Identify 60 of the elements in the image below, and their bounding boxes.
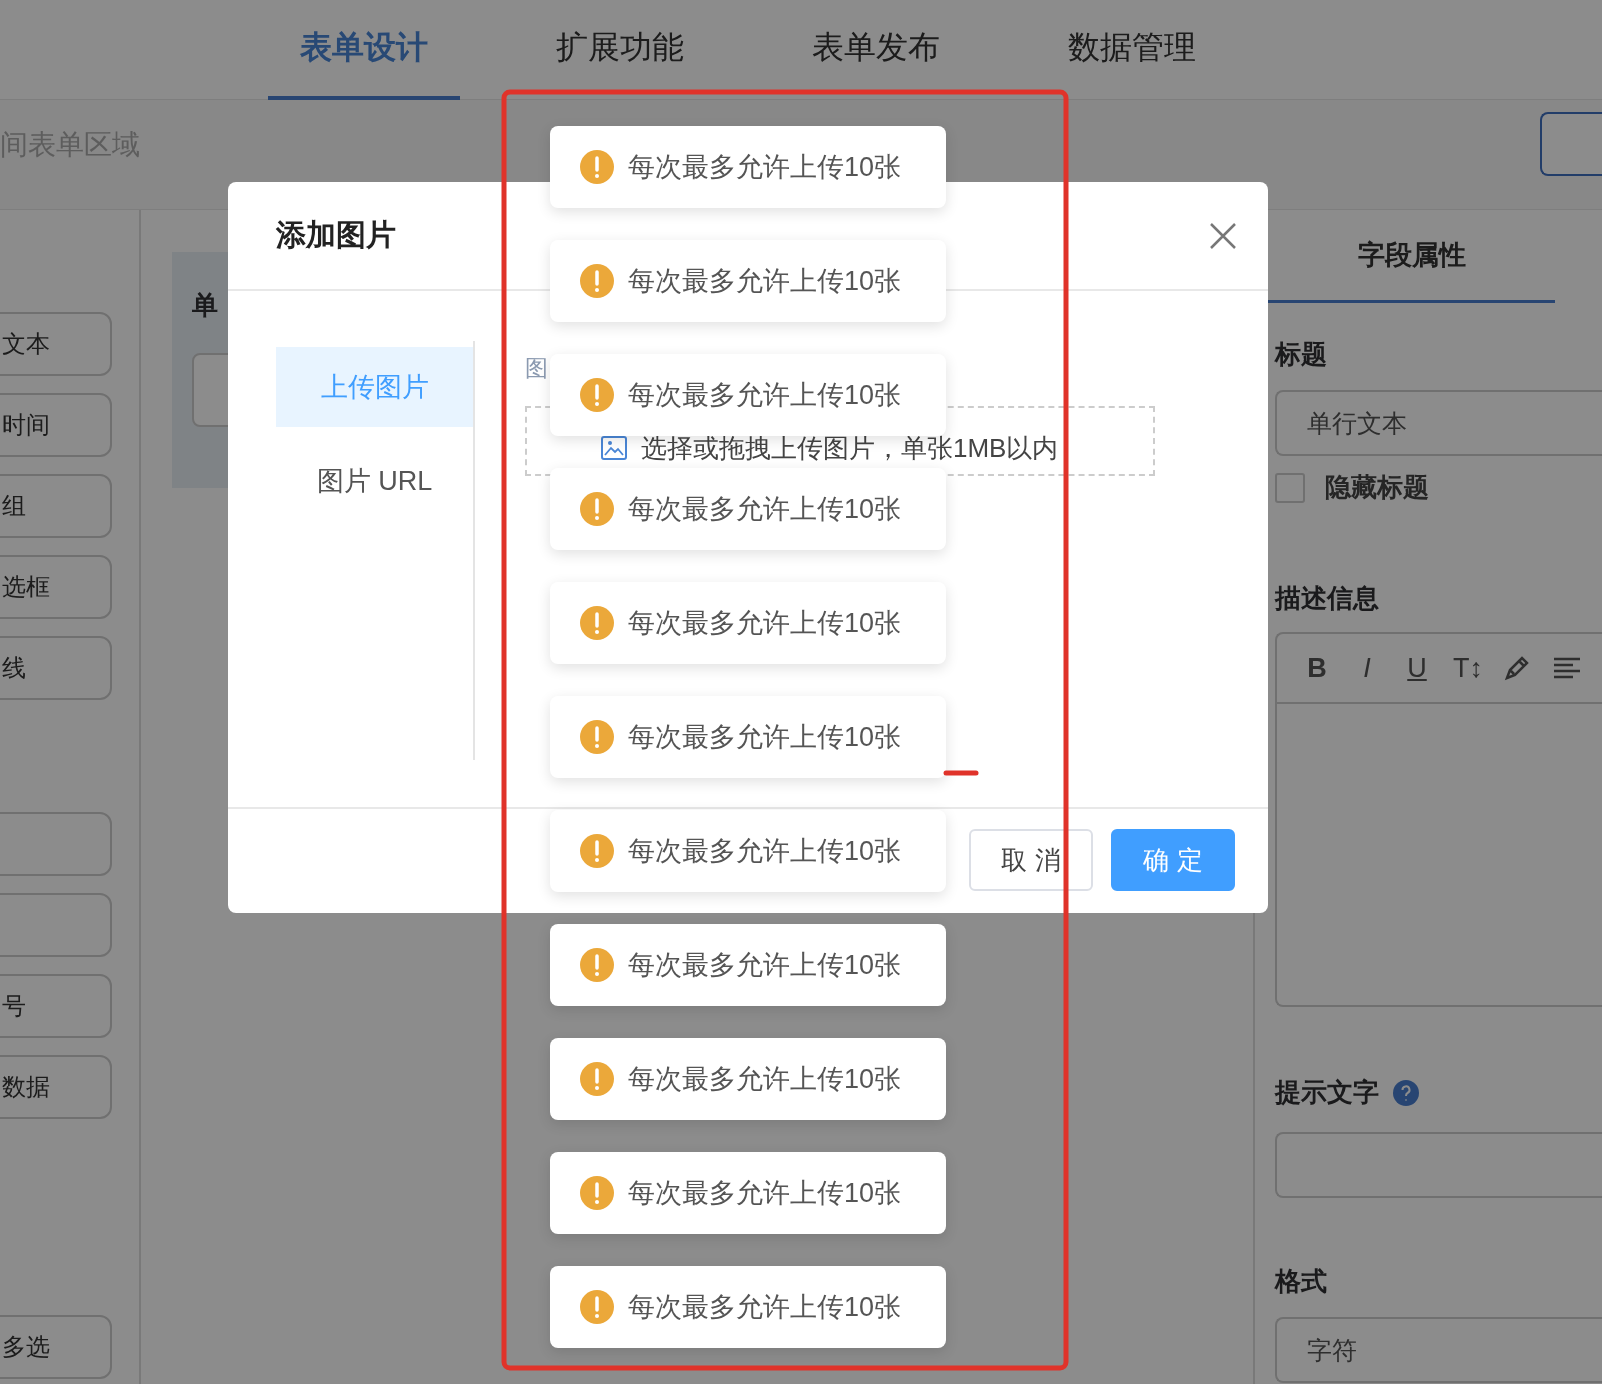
format-tool[interactable]: I	[1353, 652, 1381, 684]
warning-icon	[580, 492, 614, 526]
format-select[interactable]: 字符	[1275, 1317, 1602, 1383]
annotation-dash	[943, 770, 979, 776]
message-text: 每次最多允许上传10张	[628, 1063, 902, 1096]
nav-tab[interactable]: 数据管理	[1036, 0, 1228, 100]
component-item[interactable]: 多选	[0, 1315, 112, 1379]
cancel-button[interactable]: 取 消	[969, 829, 1093, 891]
warning-icon	[580, 378, 614, 412]
warning-icon	[580, 948, 614, 982]
warning-icon	[580, 720, 614, 754]
message-text: 每次最多允许上传10张	[628, 721, 902, 754]
pen-icon[interactable]	[1503, 654, 1531, 682]
checkbox[interactable]	[1275, 472, 1305, 503]
warning-icon	[580, 834, 614, 868]
message-text: 每次最多允许上传10张	[628, 949, 902, 982]
checkbox-label: 隐藏标题	[1325, 471, 1429, 504]
message-text: 每次最多允许上传10张	[628, 151, 902, 184]
property-label: 标题	[1275, 338, 1327, 371]
align-left-icon[interactable]	[1553, 656, 1581, 680]
component-item[interactable]: 时间	[0, 393, 112, 457]
warning-icon	[580, 264, 614, 298]
outline-button[interactable]	[1540, 111, 1602, 176]
property-label: 提示文字	[1275, 1076, 1379, 1109]
message-text: 每次最多允许上传10张	[628, 835, 902, 868]
rich-text-editor[interactable]: B I U T↕	[1275, 632, 1602, 1007]
message-text: 每次最多允许上传10张	[628, 1177, 902, 1210]
title-field[interactable]: 单行文本	[1275, 390, 1602, 456]
format-tool[interactable]: U	[1403, 652, 1431, 684]
warning-icon	[580, 1176, 614, 1210]
component-item[interactable]: 号	[0, 974, 112, 1038]
dialog-title: 添加图片	[276, 217, 396, 253]
message-text: 每次最多允许上传10张	[628, 607, 902, 640]
component-item[interactable]: 选框	[0, 555, 112, 619]
warning-icon	[580, 606, 614, 640]
message-text: 每次最多允许上传10张	[628, 265, 902, 298]
nav-tab[interactable]: 扩展功能	[524, 0, 716, 100]
component-item[interactable]: 线	[0, 636, 112, 700]
menu-item[interactable]: 图片 URL	[276, 441, 473, 521]
help-icon[interactable]	[1393, 1079, 1419, 1106]
message-text: 每次最多允许上传10张	[628, 493, 902, 526]
dropzone-text: 选择或拖拽上传图片，单张1MB以内	[641, 431, 1059, 465]
format-tool[interactable]: B	[1303, 652, 1331, 684]
nav-tab[interactable]: 表单发布	[780, 0, 972, 100]
property-label: 描述信息	[1275, 582, 1379, 615]
confirm-button[interactable]: 确 定	[1111, 829, 1235, 891]
warning-icon	[580, 1290, 614, 1324]
property-label: 格式	[1275, 1265, 1327, 1298]
warning-icon	[580, 150, 614, 184]
component-item[interactable]: 文本	[0, 312, 112, 376]
component-item[interactable]: 组	[0, 474, 112, 538]
field-label: 图	[525, 354, 549, 383]
component-item[interactable]: 数据	[0, 1055, 112, 1119]
message-text: 每次最多允许上传10张	[628, 1291, 902, 1324]
field-label: 单	[192, 289, 219, 322]
format-tool[interactable]: T↕	[1453, 652, 1481, 684]
warning-icon	[580, 1062, 614, 1096]
placeholder-field[interactable]	[1275, 1132, 1602, 1198]
close-icon[interactable]	[1208, 220, 1238, 251]
image-icon	[601, 436, 627, 460]
